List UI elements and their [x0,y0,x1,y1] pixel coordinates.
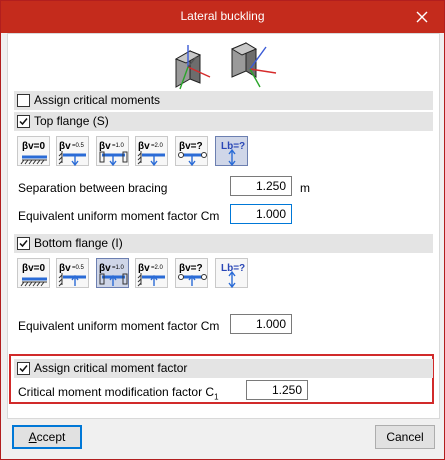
svg-text:βv=?: βv=? [179,141,203,152]
svg-text:=1.0: =1.0 [112,143,125,149]
separation-unit: m [300,181,310,195]
bottom-btn-beta-0-5[interactable]: βv =0.5 [56,258,89,288]
bottom-btn-beta-1-0[interactable]: βv =1.0 [96,258,129,288]
section-assign-critical-moments: Assign critical moments [14,91,433,110]
top-btn-beta-0-5[interactable]: βv =0.5 [56,136,89,167]
window-title: Lateral buckling [180,9,265,23]
title-bar: Lateral buckling [1,1,444,33]
c1-subscript: 1 [214,392,219,402]
assign-critical-moments-checkbox[interactable] [17,94,30,107]
half-fixed-icon: βv =0.5 [58,141,86,167]
top-flange-checkbox[interactable] [17,115,30,128]
pinned-icon: βv =1.0 [99,263,128,286]
top-btn-lb-custom[interactable]: Lb=? [215,136,248,167]
svg-text:=1.0: =1.0 [112,265,125,271]
svg-text:βv=0: βv=0 [22,263,46,274]
bottom-btn-beta-custom[interactable]: βv=? [175,258,208,288]
accept-label: ccept [36,430,66,444]
section-top-flange: Top flange (S) [14,112,433,131]
fixed-support-icon: βv=0 [20,263,47,287]
separation-input[interactable]: 1.250 [230,176,292,196]
bottom-cm-label: Equivalent uniform moment factor Cm [18,319,220,333]
top-btn-beta-2-0[interactable]: βv =2.0 [135,136,168,167]
pinned-icon: βv =1.0 [99,141,128,167]
separation-label: Separation between bracing [18,181,168,195]
cancel-button[interactable]: Cancel [375,425,435,449]
cantilever-icon: βv =2.0 [137,141,165,167]
top-btn-beta-1-0[interactable]: βv =1.0 [96,136,129,167]
custom-length-icon: Lb=? [221,141,245,167]
top-flange-label: Top flange (S) [34,114,109,128]
bottom-btn-lb-custom[interactable]: Lb=? [215,258,248,289]
close-icon [416,11,428,23]
bottom-flange-checkbox[interactable] [17,237,30,250]
svg-text:βv: βv [99,141,111,152]
accept-button[interactable]: Accept [12,425,82,449]
bottom-cm-input[interactable]: 1.000 [230,314,292,334]
top-btn-beta-0[interactable]: βv=0 [17,136,50,166]
svg-text:=0.5: =0.5 [72,143,85,149]
dialog-window: Lateral buckling Assign critical moments… [0,0,445,460]
section-axes-illustration-icon [174,42,277,90]
c1-label-text: Critical moment modification factor C [18,385,215,399]
accept-mnemonic: A [28,430,37,444]
section-assign-factor: Assign critical moment factor [14,359,433,378]
dialog-content: Assign critical moments Top flange (S) β… [7,33,440,419]
assign-critical-moments-label: Assign critical moments [34,93,161,107]
svg-text:=2.0: =2.0 [151,265,164,271]
custom-beta-icon: βv=? [178,263,207,286]
svg-text:βv: βv [138,141,150,152]
svg-text:βv=?: βv=? [179,263,203,274]
assign-factor-label: Assign critical moment factor [34,361,188,375]
svg-text:βv: βv [138,263,150,274]
section-bottom-flange: Bottom flange (I) [14,234,433,253]
svg-text:βv: βv [99,263,111,274]
svg-text:=0.5: =0.5 [72,265,85,271]
bottom-btn-beta-0[interactable]: βv=0 [17,258,50,288]
svg-text:βv: βv [59,263,71,274]
close-button[interactable] [400,1,444,33]
bottom-flange-label: Bottom flange (I) [34,236,123,250]
svg-text:=2.0: =2.0 [151,143,164,149]
c1-label: Critical moment modification factor C1 [18,385,219,401]
checkmark-icon [19,240,28,248]
top-cm-input[interactable]: 1.000 [230,204,292,224]
bottom-btn-beta-2-0[interactable]: βv =2.0 [135,258,168,288]
top-btn-beta-custom[interactable]: βv=? [175,136,208,167]
c1-input[interactable]: 1.250 [246,380,308,400]
svg-text:βv=0: βv=0 [22,141,46,152]
cantilever-icon: βv =2.0 [137,263,165,287]
half-fixed-icon: βv =0.5 [58,263,86,287]
custom-beta-icon: βv=? [178,141,207,167]
fixed-support-icon: βv=0 [20,141,47,165]
assign-factor-checkbox[interactable] [17,362,30,375]
svg-text:βv: βv [59,141,71,152]
checkmark-icon [19,365,28,373]
checkmark-icon [19,118,28,126]
custom-length-icon: Lb=? [221,263,245,289]
top-cm-label: Equivalent uniform moment factor Cm [18,209,220,223]
